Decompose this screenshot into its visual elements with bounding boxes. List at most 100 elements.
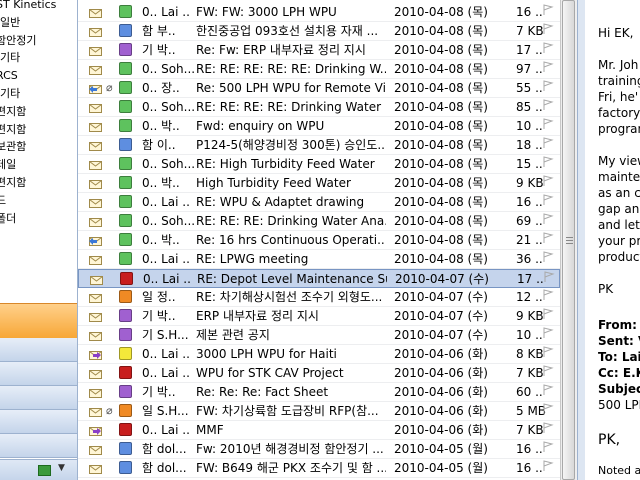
message-row[interactable]: 기 박.. ERP 내부자료 정리 지시 2010-04-07 (수) 9 KB xyxy=(78,307,560,326)
chevron-down-icon[interactable]: ▼ xyxy=(58,463,65,473)
category-color-icon[interactable] xyxy=(119,442,132,455)
category-color-icon[interactable] xyxy=(119,290,132,303)
nav-active-button[interactable] xyxy=(0,303,77,339)
message-row[interactable]: 0.. Soh... RE: High Turbidity Feed Water 2… xyxy=(78,155,560,174)
message-row[interactable]: 0.. Lai .. RE: Depot Level Maintenance Su… xyxy=(78,269,560,288)
message-row[interactable]: 기 박.. Re: Fw: ERP 내부자료 정리 지시 2010-04-08 (목… xyxy=(78,41,560,60)
message-row[interactable]: 0.. Lai .. FW: FW: 3000 LPH WPU 2010-04-08… xyxy=(78,3,560,22)
flag-icon[interactable] xyxy=(542,175,554,190)
category-color-icon[interactable] xyxy=(119,328,132,341)
category-color-icon[interactable] xyxy=(119,347,132,360)
folder-item[interactable]: 편지함 xyxy=(0,174,26,192)
flag-icon[interactable] xyxy=(542,23,554,38)
message-row[interactable]: ⌀ 일 S.H... FW: 차기상륙함 도급장비 RFP(참... 2010-04-… xyxy=(78,402,560,421)
folder-item[interactable]: 테일 xyxy=(0,156,16,174)
reading-pane-scrollbar[interactable] xyxy=(578,0,585,480)
folder-item[interactable]: ST Kinetics xyxy=(0,0,56,14)
flag-icon[interactable] xyxy=(542,327,554,342)
folder-item[interactable]: -기타 xyxy=(0,85,20,103)
folder-item[interactable]: 편지함 xyxy=(0,103,26,121)
flag-icon[interactable] xyxy=(542,213,554,228)
category-color-icon[interactable] xyxy=(119,62,132,75)
message-row[interactable]: 기 S.H... 제본 관련 공지 2010-04-07 (수) 10 .. xyxy=(78,326,560,345)
folder-item[interactable]: 편지함 xyxy=(0,121,26,139)
message-row[interactable]: 기 박.. Re: Re: Re: Fact Sheet 2010-04-06 (화… xyxy=(78,383,560,402)
message-row[interactable]: 일 정.. RE: 차기해상시험선 조수기 외형도... 2010-04-07 (수… xyxy=(78,288,560,307)
message-row[interactable]: 0.. Lai .. WPU for STK CAV Project 2010-04… xyxy=(78,364,560,383)
flag-icon[interactable] xyxy=(542,194,554,209)
flag-icon[interactable] xyxy=(542,80,554,95)
flag-icon[interactable] xyxy=(542,308,554,323)
folder-item[interactable]: -일반 xyxy=(0,14,20,32)
category-color-icon[interactable] xyxy=(119,100,132,113)
flag-icon[interactable] xyxy=(542,346,554,361)
nav-button[interactable] xyxy=(0,338,77,362)
category-color-icon[interactable] xyxy=(119,385,132,398)
message-row[interactable]: 0.. Lai .. RE: WPU & Adaptet drawing 2010-… xyxy=(78,193,560,212)
category-color-icon[interactable] xyxy=(119,176,132,189)
flag-icon[interactable] xyxy=(542,4,554,19)
scrollbar-thumb[interactable] xyxy=(562,0,575,480)
flag-icon[interactable] xyxy=(542,460,554,475)
category-color-icon[interactable] xyxy=(119,252,132,265)
message-list-scrollbar[interactable] xyxy=(560,0,577,480)
flag-icon[interactable] xyxy=(542,232,554,247)
message-row[interactable]: 0.. Soh... RE: RE: RE: RE: RE: Drinking W… xyxy=(78,60,560,79)
flag-icon[interactable] xyxy=(542,365,554,380)
category-color-icon[interactable] xyxy=(119,24,132,37)
category-color-icon[interactable] xyxy=(119,233,132,246)
message-row[interactable]: 0.. 박.. High Turbidity Feed Water 2010-04-… xyxy=(78,174,560,193)
message-row[interactable]: 0.. 박.. Re: 16 hrs Continuous Operati... 2… xyxy=(78,231,560,250)
folder-item[interactable]: 드 xyxy=(0,192,6,210)
folder-item[interactable]: RCS xyxy=(0,67,18,85)
message-row[interactable]: 0.. Lai .. MMF 2010-04-06 (화) 7 KB xyxy=(78,421,560,440)
category-color-icon[interactable] xyxy=(119,214,132,227)
message-row[interactable]: 함 부.. 한진중공업 093호선 설치용 자재 ... 2010-04-08 (목… xyxy=(78,22,560,41)
category-color-icon[interactable] xyxy=(119,5,132,18)
category-color-icon[interactable] xyxy=(119,309,132,322)
category-color-icon[interactable] xyxy=(119,461,132,474)
flag-icon[interactable] xyxy=(542,251,554,266)
flag-icon[interactable] xyxy=(542,441,554,456)
flag-icon[interactable] xyxy=(542,118,554,133)
category-color-icon[interactable] xyxy=(119,195,132,208)
message-row[interactable]: 0.. 박.. Fwd: enquiry on WPU 2010-04-08 (목)… xyxy=(78,117,560,136)
category-color-icon[interactable] xyxy=(119,366,132,379)
folder-item[interactable]: 보관함 xyxy=(0,138,26,156)
message-row[interactable]: ⌀ 0.. 장.. Re: 500 LPH WPU for Remote Vill.… xyxy=(78,79,560,98)
folder-item[interactable]: 함안정기 xyxy=(0,32,36,50)
message-row[interactable]: 0.. Soh... RE: RE: RE: Drinking Water Ana… xyxy=(78,212,560,231)
category-color-icon[interactable] xyxy=(119,138,132,151)
message-row[interactable]: 0.. Lai .. 3000 LPH WPU for Haiti 2010-04-… xyxy=(78,345,560,364)
nav-button[interactable] xyxy=(0,386,77,410)
message-row[interactable]: 함 dol... Fw: 2010년 해경경비정 함안정기 ... 2010-04-… xyxy=(78,440,560,459)
flag-icon[interactable] xyxy=(542,289,554,304)
message-row[interactable]: 함 dol... FW: B649 해군 PKX 조수기 및 함 ... 2010-… xyxy=(78,459,560,478)
category-color-icon[interactable] xyxy=(119,119,132,132)
flag-icon[interactable] xyxy=(543,271,555,286)
folder-item[interactable]: -기타 xyxy=(0,49,20,67)
flag-icon[interactable] xyxy=(542,156,554,171)
flag-icon[interactable] xyxy=(542,422,554,437)
nav-button[interactable] xyxy=(0,362,77,386)
category-color-icon[interactable] xyxy=(119,43,132,56)
category-color-icon[interactable] xyxy=(119,157,132,170)
category-color-icon[interactable] xyxy=(119,81,132,94)
flag-icon[interactable] xyxy=(542,384,554,399)
message-row[interactable]: 0.. Lai .. RE: LPWG meeting 2010-04-08 (목)… xyxy=(78,250,560,269)
category-color-icon[interactable] xyxy=(119,404,132,417)
reading-pane-text: Hi EK, xyxy=(598,26,634,40)
flag-icon[interactable] xyxy=(542,137,554,152)
flag-icon[interactable] xyxy=(542,42,554,57)
flag-icon[interactable] xyxy=(542,403,554,418)
category-color-icon[interactable] xyxy=(120,272,133,285)
flag-icon[interactable] xyxy=(542,61,554,76)
flag-icon[interactable] xyxy=(542,99,554,114)
task-icon[interactable] xyxy=(38,465,51,476)
message-row[interactable]: 0.. Soh... RE: RE: RE: RE: Drinking Water… xyxy=(78,98,560,117)
nav-button[interactable] xyxy=(0,410,77,434)
message-row[interactable]: 함 이.. P124-5(해양경비정 300톤) 승인도... 2010-04-08… xyxy=(78,136,560,155)
nav-button[interactable] xyxy=(0,434,77,458)
folder-item[interactable]: 폴더 xyxy=(0,210,16,228)
category-color-icon[interactable] xyxy=(119,423,132,436)
